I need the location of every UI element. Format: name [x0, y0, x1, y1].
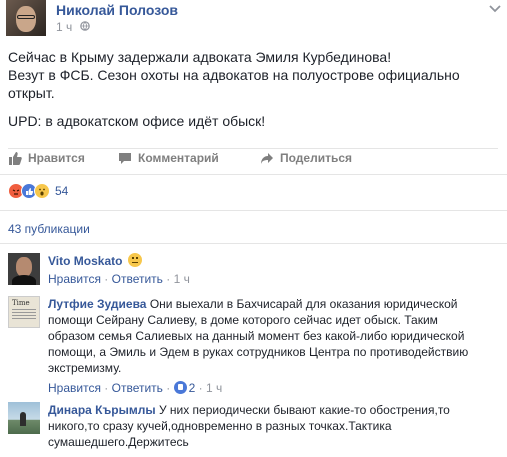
audience-icon — [79, 21, 90, 34]
comment-text-line: помощи, а Эмиль и Эдем в руках сотрудник… — [48, 345, 469, 359]
comment-content: Лутфие Зудиева Они выехали в Бахчисарай … — [48, 296, 500, 396]
separator: · — [162, 272, 174, 286]
separator: · — [100, 272, 112, 286]
comment-button[interactable]: Комментарий — [118, 151, 219, 165]
thumbs-up-icon — [9, 151, 22, 165]
comment-text-line: никого,то сразу кучей,одновременно в раз… — [48, 419, 392, 433]
author-name[interactable]: Николай Полозов — [56, 2, 178, 18]
comment-meta: Нравится · Ответить · 2 · 1 ч — [48, 380, 500, 396]
comment-content: Vito Moskato Нравится · Ответить · 1 ч — [48, 253, 500, 287]
comment-text-line: сумашедшего.Держитесь — [48, 435, 189, 449]
commenter-name[interactable]: Динара Кърымлы — [48, 403, 156, 417]
comment-text-line: Они выехали в Бахчисарай для оказания юр… — [149, 297, 458, 311]
reactions-summary[interactable]: 54 — [8, 181, 68, 201]
shares-count-link[interactable]: 43 публикации — [8, 222, 90, 236]
comment-text-line: помощи Сейрану Салиеву, в доме которого … — [48, 313, 438, 327]
separator: · — [162, 381, 174, 395]
comment-text-line: У них периодически бывают какие-то обост… — [158, 403, 450, 417]
post-text-line: Везут в ФСБ. Сезон охоты на адвокатов на… — [8, 67, 460, 83]
commenter-name[interactable]: Лутфие Зудиева — [48, 297, 146, 311]
comment-icon — [119, 152, 131, 164]
comment-time[interactable]: 1 ч — [174, 272, 190, 286]
post-body: Сейчас в Крыму задержали адвоката Эмиля … — [8, 48, 498, 130]
comment-reply-link[interactable]: Ответить — [112, 272, 163, 286]
post-time-label[interactable]: 1 ч — [56, 20, 72, 34]
reactions-count[interactable]: 54 — [55, 184, 68, 198]
comment-button-label: Комментарий — [138, 151, 219, 165]
share-arrow-icon — [261, 152, 273, 164]
comment-text-line: образом семья Салиевых на данный момент … — [48, 329, 465, 343]
share-button-label: Поделиться — [280, 151, 353, 165]
comment-time[interactable]: 1 ч — [206, 381, 222, 395]
neutral-face-emoji-icon — [127, 253, 142, 267]
comment-content: Динара Кърымлы У них периодически бывают… — [48, 402, 500, 450]
commenter-avatar[interactable]: Time — [8, 296, 40, 328]
comment-reply-link[interactable]: Ответить — [112, 381, 163, 395]
commenter-avatar[interactable] — [8, 402, 40, 434]
like-button-label: Нравится — [28, 151, 85, 165]
post-update-text: UPD: в адвокатском офисе идёт обыск! — [8, 113, 266, 129]
post-header: Николай Полозов 1 ч — [0, 0, 507, 40]
post-time[interactable]: 1 ч — [56, 20, 90, 34]
separator: · — [100, 381, 112, 395]
comment-likes-icon — [173, 381, 187, 394]
post-options-chevron-icon[interactable] — [489, 2, 501, 16]
comment-text-line: экстремизму. — [48, 361, 122, 375]
post-text-line: открыт. — [8, 85, 55, 101]
wow-icon — [34, 183, 50, 199]
separator: · — [195, 381, 206, 395]
comment-like-link[interactable]: Нравится — [48, 381, 101, 395]
comment-meta: Нравится · Ответить · 1 ч — [48, 271, 500, 287]
divider — [0, 243, 507, 244]
like-button[interactable]: Нравится — [8, 151, 85, 165]
share-button[interactable]: Поделиться — [260, 151, 352, 165]
commenter-name[interactable]: Vito Moskato — [48, 254, 122, 268]
divider — [0, 174, 507, 175]
author-avatar[interactable] — [6, 0, 46, 36]
post-action-bar: Нравится Комментарий Поделиться — [8, 148, 498, 170]
commenter-avatar[interactable] — [8, 253, 40, 285]
divider — [0, 210, 507, 211]
post-text-line: Сейчас в Крыму задержали адвоката Эмиля … — [8, 49, 392, 65]
comment-like-link[interactable]: Нравится — [48, 272, 101, 286]
